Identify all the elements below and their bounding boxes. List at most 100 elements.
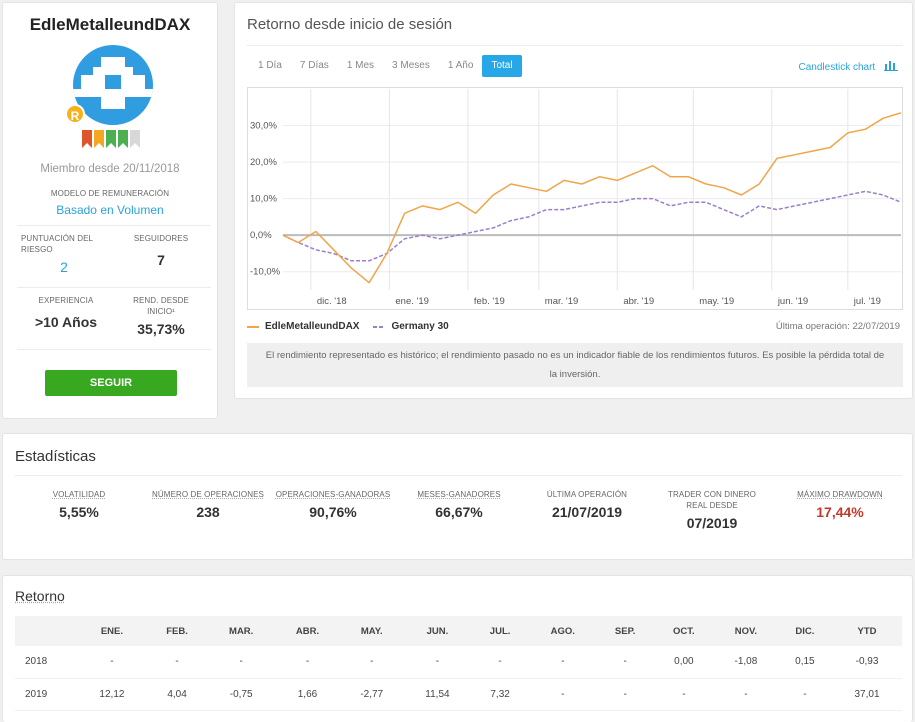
stat-value: 238 [196, 504, 220, 520]
tab-1-year[interactable]: 1 Año [439, 55, 483, 77]
y-tick-label: 30,0% [250, 121, 277, 132]
stat-value: 21/07/2019 [551, 504, 623, 520]
ribbon-icon [94, 130, 104, 148]
ytd-cell: 37,01 [832, 678, 902, 711]
followers-label: SEGUIDORES [133, 234, 189, 243]
stat-trades: NÚMERO DE OPERACIONES 238 [149, 489, 267, 520]
period-tabs: 1 Día 7 Días 1 Mes 3 Meses 1 Año Total [249, 55, 522, 77]
candlestick-chart-link[interactable]: Candlestick chart [799, 60, 898, 73]
return-cell: - [339, 646, 404, 679]
divider [17, 287, 211, 288]
stat-winning-months: MESES-GANADORES 66,67% [403, 489, 515, 520]
last-operation: Última operación: 22/07/2019 [775, 321, 900, 332]
column-header: JUN. [403, 616, 472, 646]
stat-label[interactable]: NÚMERO DE OPERACIONES [149, 489, 267, 500]
divider [247, 45, 903, 46]
return-cell: 12,12 [77, 678, 147, 711]
divider [15, 475, 902, 476]
tab-total[interactable]: Total [482, 55, 522, 77]
return-cell: -2,77 [339, 678, 404, 711]
return-cell: - [146, 646, 208, 679]
chart-legend: EdleMetalleundDAX Germany 30 [247, 321, 449, 332]
stat-last-operation: ÚLTIMA OPERACIÓN 21/07/2019 [535, 489, 639, 520]
x-tick-label: jul. '19 [853, 296, 881, 307]
stat-label[interactable]: OPERACIONES-GANADORAS [273, 489, 393, 500]
legend-trader[interactable]: EdleMetalleundDAX [265, 321, 359, 332]
monthly-returns-table: ENE. FEB. MAR. ABR. MAY. JUN. JUL. AGO. … [15, 616, 902, 711]
column-header: MAR. [207, 616, 276, 646]
experience-value: >10 Años [34, 314, 98, 330]
return-cell: - [275, 646, 340, 679]
y-tick-label: 0,0% [250, 230, 272, 241]
member-since: Miembro desde 20/11/2018 [40, 163, 180, 175]
divider [17, 225, 211, 226]
ribbon-badges [82, 130, 140, 148]
risk-score-label: PUNTUACIÓN DEL RIESGO [21, 234, 93, 254]
column-header [15, 616, 77, 646]
tab-3-months[interactable]: 3 Meses [383, 55, 439, 77]
experience: EXPERIENCIA >10 Años [21, 295, 111, 330]
avatar[interactable] [73, 45, 153, 125]
column-header: AGO. [528, 616, 597, 646]
column-header: OCT. [653, 616, 715, 646]
column-header: DIC. [777, 616, 833, 646]
experience-label: EXPERIENCIA [38, 296, 94, 305]
ribbon-icon [82, 130, 92, 148]
statistics-title: Estadísticas [15, 448, 96, 465]
tab-1-day[interactable]: 1 Día [249, 55, 291, 77]
year-cell: 2018 [15, 646, 77, 679]
candlestick-chart-label: Candlestick chart [798, 62, 876, 73]
return-cell: - [77, 646, 147, 679]
ribbon-icon [106, 130, 116, 148]
tab-7-days[interactable]: 7 Días [291, 55, 338, 77]
column-header: SEP. [596, 616, 654, 646]
statistics-card: Estadísticas VOLATILIDAD 5,55% NÚMERO DE… [2, 433, 913, 560]
return-cell: - [714, 678, 778, 711]
follow-button[interactable]: SEGUIR [45, 370, 177, 396]
x-tick-label: ene. '19 [395, 296, 429, 307]
bar-chart-icon [884, 61, 898, 71]
ribbon-icon [118, 130, 128, 148]
return-cell: 7,32 [471, 678, 529, 711]
column-header: ABR. [275, 616, 340, 646]
divider [17, 349, 211, 350]
returns-title[interactable]: Retorno [15, 588, 65, 604]
return-cell: - [596, 678, 654, 711]
risk-score: PUNTUACIÓN DEL RIESGO 2 [21, 233, 111, 275]
stat-label[interactable]: VOLATILIDAD [33, 489, 125, 500]
table-row: 2019 12,12 4,04 -0,75 1,66 -2,77 11,54 7… [15, 678, 902, 711]
performance-line-chart[interactable]: dic. '18 ene. '19 feb. '19 mar. '19 abr. '19… [247, 87, 903, 310]
stat-volatility: VOLATILIDAD 5,55% [33, 489, 125, 520]
return-cell: 11,54 [403, 678, 472, 711]
risk-score-value[interactable]: 2 [21, 259, 107, 275]
return-cell: - [528, 678, 597, 711]
stat-label: ÚLTIMA OPERACIÓN [546, 490, 628, 499]
return-cell: - [403, 646, 472, 679]
return-cell: - [596, 646, 654, 679]
return-cell: 4,04 [146, 678, 208, 711]
stat-winning-trades: OPERACIONES-GANADORAS 90,76% [273, 489, 393, 520]
x-tick-label: mar. '19 [545, 296, 579, 307]
stat-value: 66,67% [435, 504, 483, 520]
stat-label[interactable]: MÁXIMO DRAWDOWN [789, 489, 891, 500]
return-since-start: REND. DESDE INICIO¹ 35,73% [115, 295, 207, 337]
returns-card: Retorno ENE. FEB. MAR. ABR. MAY. JUN. JU… [2, 575, 913, 722]
x-tick-label: may. '19 [699, 296, 734, 307]
column-header: MAY. [339, 616, 404, 646]
tab-1-month[interactable]: 1 Mes [338, 55, 383, 77]
column-header: JUL. [471, 616, 529, 646]
stat-value: 90,76% [309, 504, 357, 520]
stat-label[interactable]: MESES-GANADORES [403, 489, 515, 500]
return-cell: - [653, 678, 715, 711]
x-tick-label: dic. '18 [317, 296, 347, 307]
remuneration-model-value[interactable]: Basado en Volumen [3, 203, 217, 217]
ytd-cell: -0,93 [832, 646, 902, 679]
trader-profile-card: EdleMetalleundDAX R Miembro desde 20/11/… [2, 2, 218, 419]
x-tick-label: jun. '19 [777, 296, 808, 307]
performance-chart-card: Retorno desde inicio de sesión 1 Día 7 D… [234, 2, 913, 399]
stat-value: 07/2019 [686, 515, 738, 531]
y-tick-label: -10,0% [250, 267, 281, 278]
legend-index[interactable]: Germany 30 [391, 321, 448, 332]
x-tick-label: feb. '19 [474, 296, 505, 307]
return-cell: - [471, 646, 529, 679]
